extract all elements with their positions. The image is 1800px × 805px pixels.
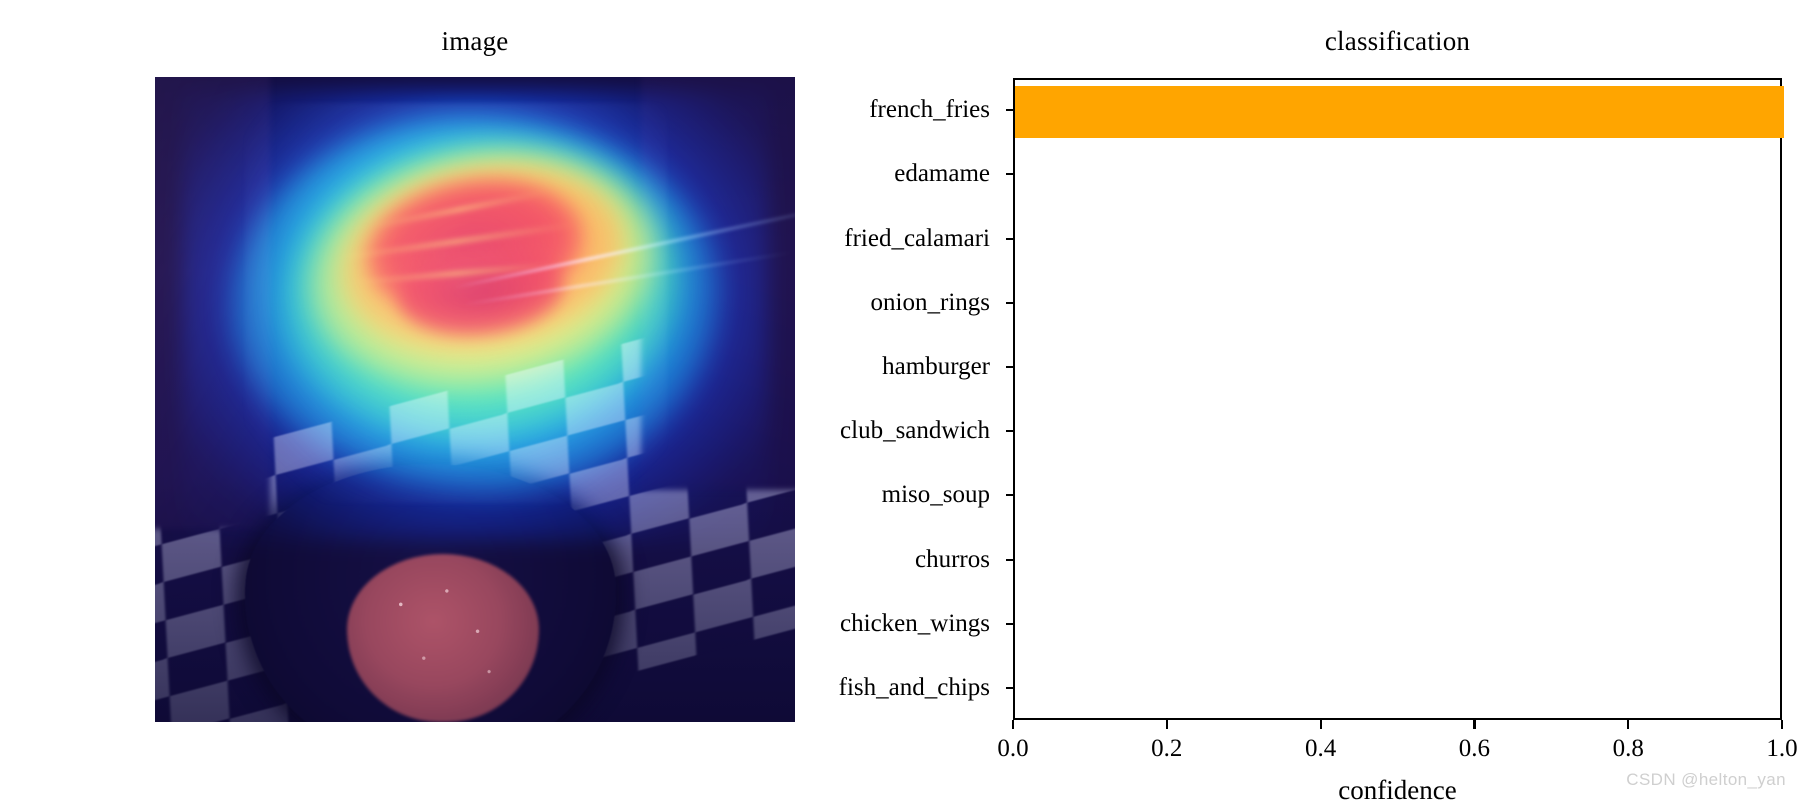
- classification-panel-title: classification: [1324, 26, 1471, 56]
- y-tick-label-club_sandwich: club_sandwich: [840, 417, 990, 445]
- x-tick-label: 0.0: [997, 735, 1029, 762]
- y-tick-mark: [1006, 494, 1015, 497]
- matplotlib-figure: image classification french_fries edamam…: [0, 0, 1800, 805]
- y-tick-label-fish_and_chips: fish_and_chips: [838, 673, 990, 701]
- y-tick-mark: [1006, 109, 1015, 112]
- x-tick-label: 0.6: [1458, 735, 1491, 762]
- x-tick-mark: [1473, 720, 1476, 729]
- y-tick-label-chicken_wings: chicken_wings: [840, 609, 990, 637]
- y-tick-label-churros: churros: [915, 545, 990, 573]
- x-tick-label: 0.2: [1151, 735, 1183, 762]
- y-tick-mark: [1006, 365, 1015, 369]
- y-tick-mark: [1006, 430, 1015, 433]
- y-tick-mark: [1006, 301, 1015, 304]
- y-tick-label-miso_soup: miso_soup: [881, 481, 990, 509]
- x-tick-mark: [1319, 720, 1322, 729]
- y-tick-label-fried_calamari: fried_calamari: [844, 224, 990, 252]
- classification-axes: [1013, 78, 1784, 720]
- x-tick-mark: [1165, 720, 1168, 729]
- bar-french_fries: [1015, 86, 1784, 138]
- y-tick-mark: [1006, 558, 1015, 561]
- x-tick-mark: [1627, 720, 1630, 729]
- y-tick-label-french_fries: french_fries: [869, 96, 990, 124]
- x-tick-label: 0.8: [1612, 735, 1644, 762]
- x-tick-label: 1.0: [1766, 735, 1798, 762]
- x-tick-mark: [1781, 720, 1784, 729]
- y-tick-mark: [1006, 622, 1015, 625]
- y-tick-label-onion_rings: onion_rings: [870, 288, 990, 316]
- watermark: CSDN @helton_yan: [1626, 770, 1786, 789]
- y-tick-label-hamburger: hamburger: [882, 352, 990, 380]
- y-tick-mark: [1006, 173, 1015, 176]
- x-tick-mark: [1012, 720, 1015, 729]
- y-tick-mark: [1006, 237, 1015, 240]
- image-panel-title: image: [441, 26, 509, 56]
- y-tick-mark: [1006, 686, 1015, 690]
- y-tick-label-edamame: edamame: [894, 160, 990, 188]
- x-tick-label: 0.4: [1304, 735, 1337, 762]
